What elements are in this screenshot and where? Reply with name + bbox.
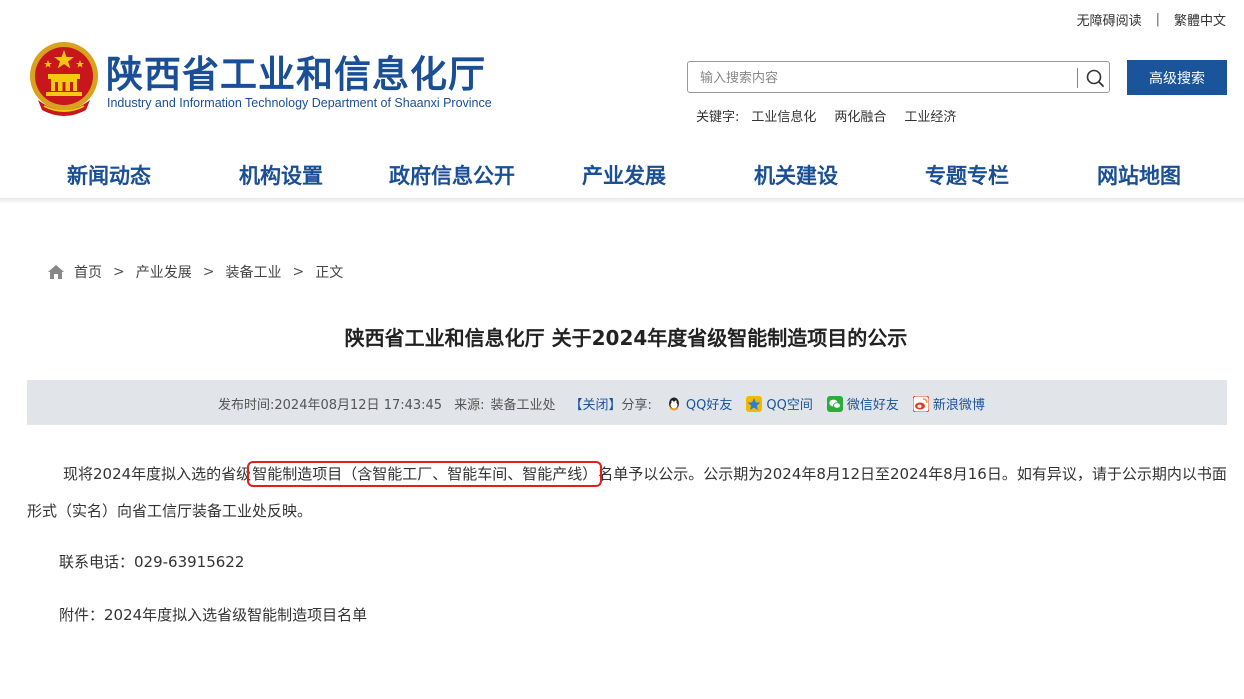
home-icon (48, 265, 64, 279)
keyword-link[interactable]: 工业经济 (904, 106, 956, 125)
highlighted-text: 智能制造项目（含智能工厂、智能车间、智能产线） (247, 461, 603, 487)
breadcrumb-home[interactable]: 首页 (74, 262, 102, 282)
share-qzone[interactable]: QQ空间 (746, 394, 813, 413)
keyword-bar: 关键字: 工业信息化 两化融合 工业经济 (696, 106, 962, 125)
breadcrumb-sep: > (202, 264, 215, 280)
contact-phone: 联系电话：029-63915622 (59, 553, 245, 571)
weibo-icon (912, 395, 929, 412)
breadcrumb-current: 正文 (315, 265, 344, 281)
source-label: 来源: (454, 398, 485, 413)
close-link[interactable]: 【关闭】 (569, 394, 621, 413)
publish-time: 2024年08月12日 17:43:45 (274, 398, 443, 413)
national-emblem-icon (30, 42, 98, 116)
nav-item-gov-info[interactable]: 政府信息公开 (389, 160, 515, 190)
accessibility-link[interactable]: 无障碍阅读 (1077, 10, 1142, 29)
article-meta-bar: 发布时间: 2024年08月12日 17:43:45 来源: 装备工业处 【关闭… (27, 380, 1227, 425)
share-qq-friend[interactable]: QQ好友 (666, 394, 732, 413)
nav-item-sitemap[interactable]: 网站地图 (1097, 160, 1181, 190)
breadcrumb-industry[interactable]: 产业发展 (136, 262, 192, 282)
breadcrumb-sep: > (113, 264, 125, 280)
breadcrumb-sep: > (292, 264, 305, 280)
share-wechat-label: 微信好友 (846, 398, 899, 413)
keyword-link[interactable]: 工业信息化 (751, 106, 816, 125)
qzone-icon (746, 395, 763, 412)
keyword-label: 关键字: (696, 110, 740, 125)
site-title[interactable]: 陕西省工业和信息化厅 (106, 44, 486, 98)
top-utility-bar: 无障碍阅读 | 繁體中文 (1077, 10, 1226, 29)
breadcrumb-equipment[interactable]: 装备工业 (225, 262, 281, 282)
article-paragraph: 现将2024年度拟入选的省级智能制造项目（含智能工厂、智能车间、智能产线）名单予… (27, 456, 1227, 530)
nav-shadow (0, 198, 1244, 204)
search-icon[interactable] (1084, 67, 1106, 89)
source-value: 装备工业处 (490, 398, 556, 413)
topbar-separator: | (1155, 12, 1160, 27)
qq-icon (668, 397, 679, 410)
search-divider (1077, 68, 1078, 88)
publish-time-label: 发布时间: (218, 398, 275, 413)
share-weibo-label: 新浪微博 (932, 398, 985, 413)
article-body: 现将2024年度拟入选的省级智能制造项目（含智能工厂、智能车间、智能产线）名单予… (27, 456, 1227, 530)
article-title: 陕西省工业和信息化厅 关于2024年度省级智能制造项目的公示 (344, 326, 908, 350)
advanced-search-button[interactable]: 高级搜索 (1127, 60, 1227, 95)
nav-item-party-building[interactable]: 机关建设 (754, 160, 838, 190)
traditional-chinese-link[interactable]: 繁體中文 (1174, 10, 1226, 29)
share-label: 分享: (621, 398, 652, 413)
keyword-link[interactable]: 两化融合 (834, 106, 886, 125)
nav-item-news[interactable]: 新闻动态 (67, 160, 151, 190)
nav-item-organization[interactable]: 机构设置 (239, 160, 323, 190)
share-qq-friend-label: QQ好友 (685, 398, 733, 413)
main-nav: 新闻动态 机构设置 政府信息公开 产业发展 机关建设 专题专栏 网站地图 (0, 150, 1244, 198)
nav-item-special-topics[interactable]: 专题专栏 (925, 160, 1009, 190)
search-box (687, 61, 1110, 93)
site-subtitle: Industry and Information Technology Depa… (107, 96, 492, 110)
nav-item-industry[interactable]: 产业发展 (582, 160, 666, 190)
wechat-icon (826, 395, 843, 412)
search-input[interactable] (698, 67, 1072, 89)
share-wechat[interactable]: 微信好友 (826, 394, 899, 413)
paragraph-text-pre: 现将2024年度拟入选的省级 (63, 465, 252, 483)
breadcrumb: 首页 > 产业发展 > 装备工业 > 正文 (48, 262, 343, 282)
attachment-line[interactable]: 附件：2024年度拟入选省级智能制造项目名单 (59, 604, 367, 625)
share-weibo[interactable]: 新浪微博 (912, 394, 985, 413)
share-qzone-label: QQ空间 (766, 398, 813, 413)
